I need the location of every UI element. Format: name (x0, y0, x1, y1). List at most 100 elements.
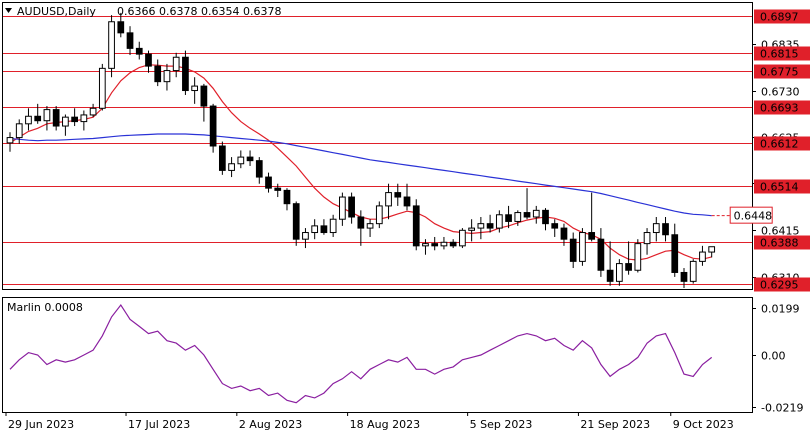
candle (551, 219, 559, 237)
candle-body-down (394, 192, 402, 198)
candle-body-down (265, 176, 272, 189)
candle-body-down (126, 32, 134, 49)
candle (579, 228, 586, 266)
candle-body-down (145, 53, 152, 67)
candle-body-down (292, 203, 300, 240)
candle-body-up (366, 223, 374, 229)
candle (311, 219, 319, 240)
level-label: 0.6514 (760, 181, 799, 194)
indicator-tick-label: -0.0219 (761, 402, 803, 415)
candle-body-down (560, 227, 568, 240)
candle (154, 59, 162, 87)
candle-body-up (311, 225, 319, 234)
indicator-series: 0.0199 0.00 -0.0219 (9, 303, 803, 415)
level-labels: 0.6897 0.6815 0.6775 0.6693 0.6612 0.6514 0.63… (754, 9, 810, 292)
marlin-line (9, 303, 713, 404)
candle (532, 205, 540, 224)
candle-body-up (579, 232, 586, 262)
candle-body-down (246, 156, 254, 162)
candle (366, 219, 374, 237)
candle (200, 83, 208, 122)
level-label: 0.6295 (760, 279, 799, 292)
candle-body-down (588, 232, 596, 240)
indicator-label: Marlin 0.0008 (7, 301, 83, 314)
candle-body-down (412, 205, 420, 247)
candle (6, 132, 14, 152)
x-tick-label: 2 Aug 2023 (239, 418, 302, 431)
candle-body-down (117, 21, 125, 34)
chart-canvas[interactable]: 0.6448 0.68350.67300.66250.65210.64150.6… (0, 0, 812, 435)
candle (339, 192, 346, 226)
candle (265, 172, 272, 193)
candle (542, 208, 549, 231)
candle (209, 103, 217, 153)
indicator-tick-label: 0.00 (761, 350, 786, 363)
candle (403, 183, 411, 211)
x-tick-label: 21 Sep 2023 (580, 418, 650, 431)
candle (459, 228, 466, 249)
candle-body-down (34, 115, 42, 122)
candle-body-up (191, 85, 199, 92)
indicator-tick-label: 0.0199 (761, 303, 800, 316)
candle-body-up (43, 109, 51, 122)
candle-body-down (486, 223, 494, 229)
candle-body-down (403, 196, 411, 207)
candle (320, 219, 328, 235)
candle (634, 239, 642, 273)
candle-body-up (25, 115, 32, 125)
ohlc-readout: 0.6366 0.6378 0.6354 0.6378 (117, 5, 281, 18)
candle (302, 228, 309, 249)
candle-body-up (62, 116, 69, 127)
candle (89, 103, 97, 118)
candle (274, 183, 282, 198)
y-tick-label: 0.6730 (761, 86, 800, 99)
candle-body-up (15, 123, 23, 139)
level-label: 0.6897 (760, 11, 799, 24)
candle (431, 236, 439, 251)
candle (163, 63, 171, 91)
candle-body-down (606, 269, 614, 282)
candle (145, 50, 152, 73)
candle (292, 201, 300, 246)
candle (329, 214, 337, 237)
time-axis: 29 Jun 2023 17 Jul 2023 2 Aug 2023 18 Aug 2… (5, 412, 734, 431)
candle (228, 157, 235, 178)
candle (597, 228, 605, 277)
candle (440, 236, 448, 250)
x-tick-label: 18 Aug 2023 (350, 418, 420, 431)
candle (25, 108, 32, 131)
candle (126, 26, 134, 56)
candle (15, 119, 23, 144)
x-tick-label: 17 Jul 2023 (128, 418, 190, 431)
candle-body-up (80, 114, 88, 123)
candle-body-up (329, 218, 337, 234)
chevron-down-icon[interactable] (5, 8, 12, 13)
candle (569, 232, 577, 269)
candle (255, 157, 263, 184)
candle (108, 15, 115, 78)
candle-body-up (477, 223, 485, 229)
candle-body-down (320, 225, 328, 234)
candle (218, 141, 226, 175)
candle (689, 259, 697, 284)
candle-body-down (255, 160, 263, 178)
candle-body-up (689, 260, 697, 282)
candle-body-down (662, 223, 669, 236)
candle (172, 52, 180, 78)
candle-body-up (440, 241, 448, 247)
candle (412, 199, 420, 251)
candle-body-up (89, 107, 97, 116)
candle-body-up (615, 263, 623, 282)
candle (708, 246, 716, 258)
candle (135, 41, 143, 60)
candle-body-up (163, 70, 171, 83)
candle-body-up (375, 205, 383, 225)
candle-body-down (431, 243, 439, 247)
candle (477, 217, 485, 240)
candle-body-down (551, 223, 559, 229)
level-label: 0.6612 (760, 138, 799, 151)
candle-body-down (357, 216, 365, 229)
ma-tag-value: 0.6448 (734, 210, 773, 223)
candle-body-down (154, 65, 162, 83)
candle-body-down (569, 238, 577, 262)
